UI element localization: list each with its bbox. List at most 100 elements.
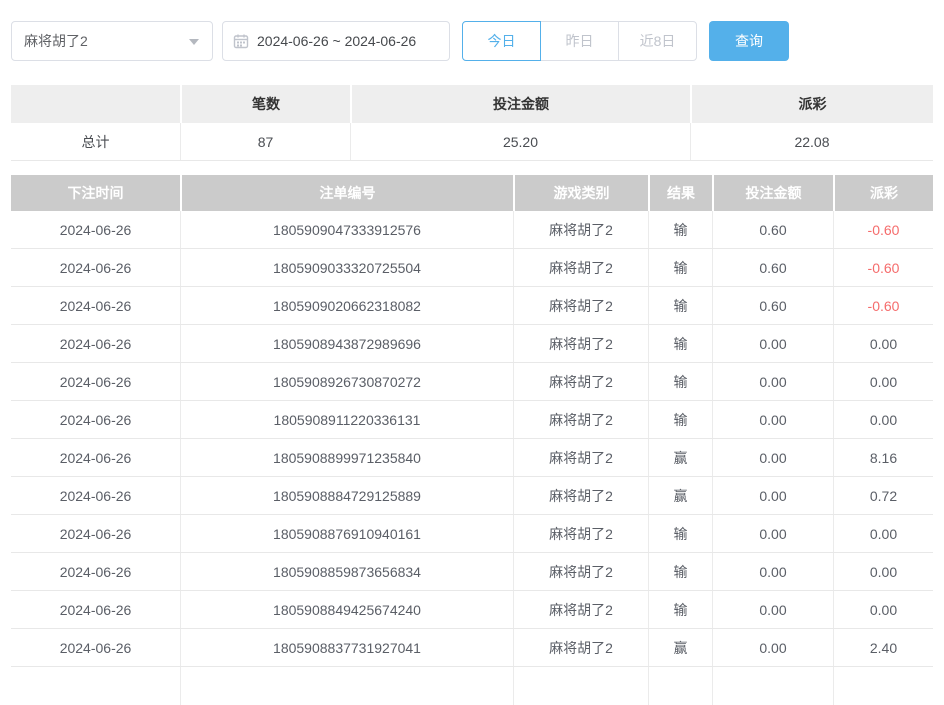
game-type-cell: 麻将胡了2 [513, 477, 648, 514]
result-cell: 输 [648, 401, 712, 438]
game-type-cell: 麻将胡了2 [513, 211, 648, 248]
payout-cell [833, 667, 933, 705]
header-bet-amount: 投注金额 [712, 175, 833, 211]
result-cell: 输 [648, 553, 712, 590]
bet-amount-cell [712, 667, 833, 705]
bet-amount-cell: 0.00 [712, 363, 833, 400]
bet-time-cell: 2024-06-26 [11, 211, 180, 248]
payout-cell: 2.40 [833, 629, 933, 666]
payout-cell: 0.00 [833, 325, 933, 362]
table-row: 2024-06-261805909047333912576麻将胡了2输0.60-… [11, 211, 933, 249]
table-row-partial [11, 667, 933, 705]
payout-cell: 0.00 [833, 363, 933, 400]
summary-header-row: 笔数 投注金额 派彩 [11, 85, 933, 123]
chevron-down-icon [189, 39, 199, 45]
payout-cell: 0.00 [833, 553, 933, 590]
order-id-cell [180, 667, 513, 705]
header-result: 结果 [648, 175, 712, 211]
result-cell: 输 [648, 211, 712, 248]
game-type-cell [513, 667, 648, 705]
game-select[interactable]: 麻将胡了2 [11, 21, 213, 61]
bet-time-cell: 2024-06-26 [11, 325, 180, 362]
order-id-cell: 1805908849425674240 [180, 591, 513, 628]
game-type-cell: 麻将胡了2 [513, 249, 648, 286]
game-select-value: 麻将胡了2 [24, 31, 88, 51]
bet-time-cell: 2024-06-26 [11, 515, 180, 552]
bet-time-cell: 2024-06-26 [11, 629, 180, 666]
game-type-cell: 麻将胡了2 [513, 629, 648, 666]
table-row: 2024-06-261805908876910940161麻将胡了2输0.000… [11, 515, 933, 553]
bet-time-cell: 2024-06-26 [11, 363, 180, 400]
result-cell: 赢 [648, 477, 712, 514]
yesterday-button[interactable]: 昨日 [540, 21, 619, 61]
bet-time-cell: 2024-06-26 [11, 287, 180, 324]
game-type-cell: 麻将胡了2 [513, 515, 648, 552]
bet-amount-cell: 0.60 [712, 287, 833, 324]
summary-total-count: 87 [180, 123, 350, 160]
toolbar: 麻将胡了2 2024-06-26 ~ 2024-06-26 今日 昨日 近8日 … [11, 21, 789, 61]
result-cell: 输 [648, 325, 712, 362]
payout-cell: 0.00 [833, 401, 933, 438]
result-cell: 输 [648, 363, 712, 400]
game-type-cell: 麻将胡了2 [513, 439, 648, 476]
summary-header-payout: 派彩 [690, 85, 933, 123]
bet-amount-cell: 0.60 [712, 211, 833, 248]
table-row: 2024-06-261805908837731927041麻将胡了2赢0.002… [11, 629, 933, 667]
summary-total-payout: 22.08 [690, 123, 933, 160]
bet-amount-cell: 0.00 [712, 591, 833, 628]
table-row: 2024-06-261805908926730870272麻将胡了2输0.000… [11, 363, 933, 401]
header-payout: 派彩 [833, 175, 933, 211]
bet-amount-cell: 0.00 [712, 515, 833, 552]
game-type-cell: 麻将胡了2 [513, 591, 648, 628]
game-type-cell: 麻将胡了2 [513, 401, 648, 438]
date-range-picker[interactable]: 2024-06-26 ~ 2024-06-26 [222, 21, 450, 61]
table-row: 2024-06-261805908943872989696麻将胡了2输0.000… [11, 325, 933, 363]
summary-total-label: 总计 [11, 123, 180, 160]
summary-table: 笔数 投注金额 派彩 总计 87 25.20 22.08 [11, 85, 933, 161]
game-type-cell: 麻将胡了2 [513, 363, 648, 400]
order-id-cell: 1805908884729125889 [180, 477, 513, 514]
result-cell: 赢 [648, 439, 712, 476]
bet-amount-cell: 0.00 [712, 553, 833, 590]
game-type-cell: 麻将胡了2 [513, 553, 648, 590]
bet-records-table: 下注时间 注单编号 游戏类别 结果 投注金额 派彩 2024-06-261805… [11, 175, 933, 705]
order-id-cell: 1805909047333912576 [180, 211, 513, 248]
bet-time-cell: 2024-06-26 [11, 591, 180, 628]
bet-time-cell: 2024-06-26 [11, 401, 180, 438]
today-button[interactable]: 今日 [462, 21, 541, 61]
last-8-days-button[interactable]: 近8日 [618, 21, 697, 61]
order-id-cell: 1805909020662318082 [180, 287, 513, 324]
order-id-cell: 1805908899971235840 [180, 439, 513, 476]
result-cell [648, 667, 712, 705]
order-id-cell: 1805908911220336131 [180, 401, 513, 438]
payout-cell: 0.72 [833, 477, 933, 514]
table-row: 2024-06-261805909020662318082麻将胡了2输0.60-… [11, 287, 933, 325]
result-cell: 赢 [648, 629, 712, 666]
payout-cell: 0.00 [833, 591, 933, 628]
result-cell: 输 [648, 249, 712, 286]
bet-amount-cell: 0.00 [712, 325, 833, 362]
order-id-cell: 1805909033320725504 [180, 249, 513, 286]
summary-header-bet-amount: 投注金额 [350, 85, 690, 123]
game-type-cell: 麻将胡了2 [513, 325, 648, 362]
table-row: 2024-06-261805908899971235840麻将胡了2赢0.008… [11, 439, 933, 477]
payout-cell: -0.60 [833, 249, 933, 286]
payout-cell: 0.00 [833, 515, 933, 552]
summary-total-bet-amount: 25.20 [350, 123, 690, 160]
query-button[interactable]: 查询 [709, 21, 789, 61]
bet-time-cell: 2024-06-26 [11, 439, 180, 476]
table-header-row: 下注时间 注单编号 游戏类别 结果 投注金额 派彩 [11, 175, 933, 211]
bet-time-cell: 2024-06-26 [11, 553, 180, 590]
result-cell: 输 [648, 287, 712, 324]
table-row: 2024-06-261805908849425674240麻将胡了2输0.000… [11, 591, 933, 629]
payout-cell: -0.60 [833, 211, 933, 248]
order-id-cell: 1805908876910940161 [180, 515, 513, 552]
date-range-value: 2024-06-26 ~ 2024-06-26 [257, 33, 416, 49]
bet-time-cell: 2024-06-26 [11, 249, 180, 286]
summary-header-empty [11, 85, 180, 123]
result-cell: 输 [648, 591, 712, 628]
table-body: 2024-06-261805909047333912576麻将胡了2输0.60-… [11, 211, 933, 705]
game-type-cell: 麻将胡了2 [513, 287, 648, 324]
order-id-cell: 1805908859873656834 [180, 553, 513, 590]
payout-cell: -0.60 [833, 287, 933, 324]
